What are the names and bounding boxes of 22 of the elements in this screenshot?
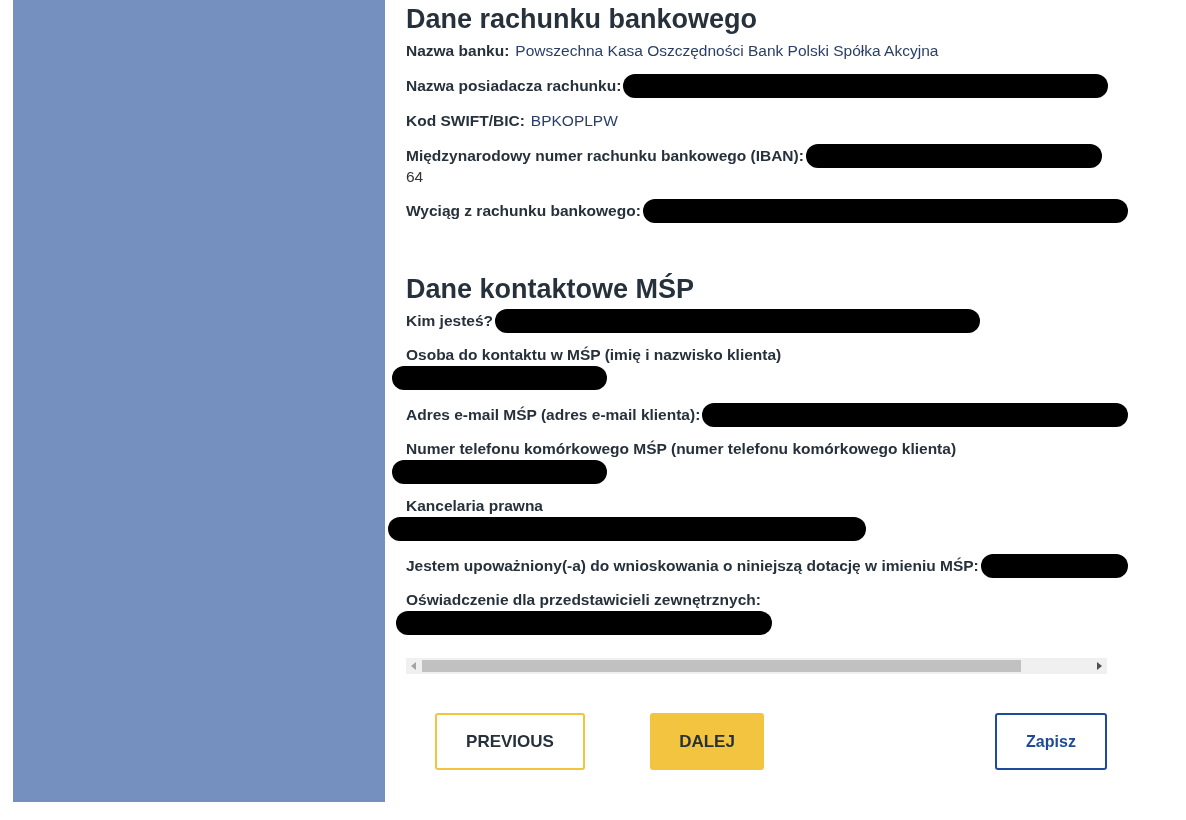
horizontal-scrollbar[interactable] [406, 658, 1107, 674]
field-label: Kod SWIFT/BIC: [406, 112, 525, 130]
field-label: Kancelaria prawna [406, 497, 544, 515]
save-button[interactable]: Zapisz [995, 713, 1107, 770]
field-label: Oświadczenie dla przedstawicieli zewnętrznych: [406, 591, 762, 609]
previous-button[interactable]: PREVIOUS [435, 713, 585, 770]
field-label: Wyciąg z rachunku bankowego: [406, 202, 641, 220]
field-label: Jestem upoważniony(-a) do wnioskowania o niniejszą dotację w imieniu MŚP: [406, 557, 979, 575]
field-value: BPKOPLPW [530, 112, 618, 130]
section-heading: Dane rachunku bankowego [406, 4, 759, 35]
field-label: Osoba do kontaktu w MŚP (imię i nazwisko klienta) [406, 346, 783, 364]
field-label: Numer telefonu komórkowego MŚP (numer telefonu komórkowego klienta) [406, 440, 958, 458]
scrollbar-thumb[interactable] [422, 660, 1021, 672]
field-label: Nazwa posiadacza rachunku: [406, 77, 622, 95]
field-label: Adres e-mail MŚP (adres e-mail klienta): [406, 406, 701, 424]
field-label: Nazwa banku: [406, 42, 510, 60]
section-heading: Dane kontaktowe MŚP [406, 274, 696, 305]
field-label: Międzynarodowy numer rachunku bankowego (IBAN): [406, 147, 804, 165]
field-label: Kim jesteś? [406, 312, 493, 330]
field-value: Powszechna Kasa Oszczędności Bank Polski Spółka Akcyjna [515, 42, 939, 60]
next-button[interactable]: DALEJ [650, 713, 764, 770]
field-value: 64 [406, 168, 425, 186]
